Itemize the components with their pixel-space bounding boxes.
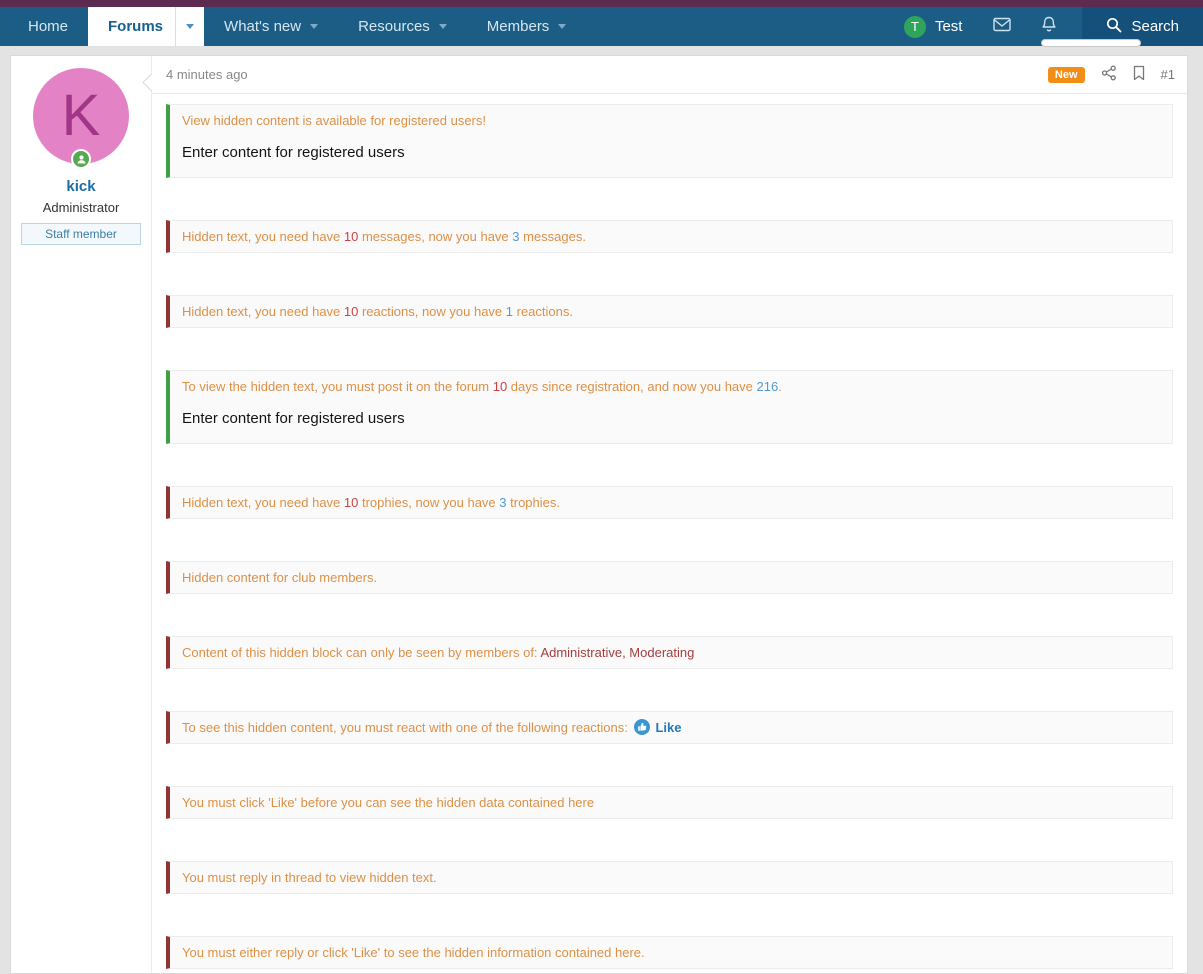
hide-notice-text: Hidden text, you need have 10 messages, … — [182, 225, 1160, 248]
hide-notice-text: To see this hidden content, you must rea… — [182, 716, 1160, 739]
author-staff-banner: Staff member — [21, 223, 141, 245]
bookmark-icon — [1132, 65, 1146, 84]
nav-tabs: Home Forums What's new Resources Members — [8, 7, 586, 46]
revealed-content: Enter content for registered users — [182, 140, 1160, 166]
hidden-block-8: To see this hidden content, you must rea… — [166, 711, 1173, 744]
nav-tab-label: Forums — [108, 18, 163, 35]
hidden-block-3: Hidden text, you need have 10 reactions,… — [166, 295, 1173, 328]
hide-notice-text: Hidden text, you need have 10 trophies, … — [182, 491, 1160, 514]
revealed-content: Enter content for registered users — [182, 406, 1160, 432]
hidden-block-2: Hidden text, you need have 10 messages, … — [166, 220, 1173, 253]
top-accent-strip — [0, 0, 1203, 7]
hidden-block-6: Hidden content for club members. — [166, 561, 1173, 594]
hide-notice-text: Content of this hidden block can only be… — [182, 641, 1160, 664]
main-navbar: Home Forums What's new Resources Members T T… — [0, 7, 1203, 46]
post-author-cell: K kick Administrator Staff member — [11, 56, 151, 973]
author-avatar-letter: K — [62, 83, 101, 148]
post-timestamp[interactable]: 4 minutes ago — [166, 67, 1048, 82]
hide-notice-text: View hidden content is available for reg… — [182, 109, 1160, 132]
chevron-down-icon — [549, 24, 566, 29]
hide-notice-text: You must click 'Like' before you can see… — [182, 791, 1160, 814]
inbox-button[interactable] — [978, 7, 1026, 46]
hide-notice-text: Hidden content for club members. — [182, 566, 1160, 589]
new-badge: New — [1048, 67, 1085, 83]
post-body: View hidden content is available for reg… — [152, 94, 1187, 969]
nav-tab-label: Home — [28, 18, 68, 35]
search-icon — [1106, 17, 1122, 37]
share-button[interactable] — [1101, 65, 1117, 84]
account-menu[interactable]: T Test — [888, 7, 979, 46]
hide-notice-text: You must reply in thread to view hidden … — [182, 866, 1160, 889]
like-reaction-icon — [631, 720, 655, 735]
nav-tab-label: Resources — [358, 18, 430, 35]
account-name: Test — [935, 18, 963, 35]
nav-tab-forums[interactable]: Forums — [88, 7, 204, 46]
like-reaction: Like — [631, 720, 681, 735]
bell-icon — [1041, 16, 1057, 38]
thread-page-panel: K kick Administrator Staff member 4 minu… — [10, 55, 1188, 974]
chevron-down-icon — [301, 24, 318, 29]
nav-tab-members[interactable]: Members — [467, 7, 587, 46]
nav-tab-label: What's new — [224, 18, 301, 35]
chevron-down-icon[interactable] — [175, 7, 204, 46]
hide-notice-text: You must either reply or click 'Like' to… — [182, 941, 1160, 964]
post-header: 4 minutes ago New #1 — [152, 56, 1187, 94]
nav-tab-label: Members — [487, 18, 550, 35]
hidden-block-7: Content of this hidden block can only be… — [166, 636, 1173, 669]
search-label: Search — [1131, 18, 1179, 35]
chevron-down-icon — [430, 24, 447, 29]
hide-notice-text: Hidden text, you need have 10 reactions,… — [182, 300, 1160, 323]
bookmark-button[interactable] — [1132, 65, 1146, 84]
dropdown-sliver — [1041, 39, 1141, 47]
envelope-icon — [993, 17, 1011, 37]
hidden-block-11: You must either reply or click 'Like' to… — [166, 936, 1173, 969]
hidden-block-9: You must click 'Like' before you can see… — [166, 786, 1173, 819]
author-username[interactable]: kick — [21, 178, 141, 195]
hidden-block-4: To view the hidden text, you must post i… — [166, 370, 1173, 444]
hidden-block-5: Hidden text, you need have 10 trophies, … — [166, 486, 1173, 519]
nav-tab-resources[interactable]: Resources — [338, 7, 467, 46]
author-avatar[interactable]: K — [33, 68, 129, 164]
share-icon — [1101, 65, 1117, 84]
nav-tab-what-s-new[interactable]: What's new — [204, 7, 338, 46]
post-message-cell: 4 minutes ago New #1 View hidden content… — [151, 56, 1187, 973]
user-online-icon — [71, 149, 91, 169]
hidden-block-1: View hidden content is available for reg… — [166, 104, 1173, 178]
hide-notice-text: To view the hidden text, you must post i… — [182, 375, 1160, 398]
account-avatar: T — [904, 16, 926, 38]
nav-tab-home[interactable]: Home — [8, 7, 88, 46]
hidden-block-10: You must reply in thread to view hidden … — [166, 861, 1173, 894]
post-number-link[interactable]: #1 — [1161, 67, 1175, 82]
author-role: Administrator — [21, 200, 141, 215]
